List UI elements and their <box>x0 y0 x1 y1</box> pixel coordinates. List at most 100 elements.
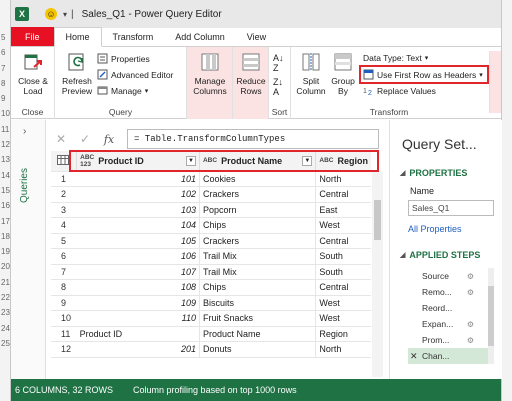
applied-step[interactable]: Expan... ⚙ <box>408 316 494 332</box>
scrollbar-thumb[interactable] <box>374 200 381 240</box>
reduce-rows-button[interactable]: Reduce Rows <box>233 51 269 96</box>
cell-product-name[interactable]: Donuts <box>199 341 317 358</box>
gear-icon[interactable]: ⚙ <box>467 336 474 345</box>
cell-product-id[interactable]: 104 <box>76 217 200 234</box>
cell-region[interactable]: North <box>315 341 371 358</box>
cell-region[interactable]: South <box>315 248 371 265</box>
cell-region[interactable]: West <box>315 295 371 311</box>
cell-product-id[interactable]: Product ID <box>76 326 200 342</box>
row-number[interactable]: 1 <box>51 171 77 187</box>
formula-input[interactable]: = Table.TransformColumnTypes <box>127 129 379 149</box>
applied-step[interactable]: ✕ Chan... <box>408 348 494 364</box>
cell-product-name[interactable]: Chips <box>199 279 317 296</box>
cell-product-name[interactable]: Chips <box>199 217 317 234</box>
table-row[interactable]: 7 107 Trail Mix South <box>51 264 371 280</box>
close-load-button[interactable]: Close & Load <box>15 51 51 96</box>
filter-dropdown-icon[interactable]: ▼ <box>185 155 196 166</box>
applied-steps-section-header[interactable]: ◢ APPLIED STEPS <box>400 250 480 260</box>
cell-product-id[interactable]: 102 <box>76 186 200 203</box>
table-row[interactable]: 5 105 Crackers Central <box>51 233 371 249</box>
cell-product-id[interactable]: 201 <box>76 341 200 358</box>
row-number[interactable]: 7 <box>51 264 77 280</box>
cell-product-id[interactable]: 109 <box>76 295 200 311</box>
cell-region[interactable]: South <box>315 264 371 280</box>
data-type-dropdown[interactable]: Data Type: Text ▾ <box>363 53 428 63</box>
applied-step[interactable]: Remo... ⚙ <box>408 284 494 300</box>
split-column-button[interactable]: Split Column <box>293 51 329 96</box>
sort-ascending-icon[interactable]: A↓ Z <box>273 53 284 73</box>
replace-values-button[interactable]: 12 Replace Values <box>363 85 436 97</box>
applied-step[interactable]: Source ⚙ <box>408 268 494 284</box>
cell-region[interactable]: Central <box>315 279 371 296</box>
gear-icon[interactable]: ⚙ <box>467 320 474 329</box>
cell-region[interactable]: Region <box>315 326 371 342</box>
properties-section-header[interactable]: ◢ PROPERTIES <box>400 168 467 178</box>
cell-product-name[interactable]: Cookies <box>199 171 317 187</box>
manage-columns-button[interactable]: Manage Columns <box>189 51 231 96</box>
scrollbar-thumb[interactable] <box>488 286 494 346</box>
use-first-row-as-headers-button[interactable]: Use First Row as Headers ▾ <box>359 65 489 84</box>
row-number[interactable]: 10 <box>51 310 77 327</box>
tab-add-column[interactable]: Add Column <box>164 27 236 46</box>
cell-product-name[interactable]: Crackers <box>199 186 317 203</box>
cell-product-id[interactable]: 101 <box>76 171 200 187</box>
column-profiling-status[interactable]: Column profiling based on top 1000 rows <box>133 385 297 395</box>
table-row[interactable]: 12 201 Donuts North <box>51 341 371 358</box>
quick-access-dropdown-icon[interactable]: ▾ <box>63 10 67 19</box>
table-row[interactable]: 6 106 Trail Mix South <box>51 248 371 265</box>
fx-icon[interactable]: fx <box>97 133 121 146</box>
cell-product-name[interactable]: Crackers <box>199 233 317 249</box>
row-number[interactable]: 4 <box>51 217 77 234</box>
any-type-icon[interactable]: ABC 123 <box>80 154 94 168</box>
all-properties-link[interactable]: All Properties <box>408 224 462 234</box>
cell-product-name[interactable]: Trail Mix <box>199 248 317 265</box>
column-header-region[interactable]: ABC Region <box>315 151 371 172</box>
group-by-button[interactable]: Group By <box>329 51 357 96</box>
row-number[interactable]: 3 <box>51 202 77 218</box>
table-menu-button[interactable] <box>51 151 78 172</box>
advanced-editor-button[interactable]: Advanced Editor <box>97 69 173 80</box>
text-type-icon[interactable]: ABC <box>203 157 217 164</box>
gear-icon[interactable]: ⚙ <box>467 288 474 297</box>
table-row[interactable]: 8 108 Chips Central <box>51 279 371 296</box>
cell-product-id[interactable]: 103 <box>76 202 200 218</box>
cell-region[interactable]: Central <box>315 186 371 203</box>
tab-home[interactable]: Home <box>53 27 102 47</box>
applied-step[interactable]: Prom... ⚙ <box>408 332 494 348</box>
tab-view[interactable]: View <box>236 27 277 46</box>
table-row[interactable]: 9 109 Biscuits West <box>51 295 371 311</box>
text-type-icon[interactable]: ABC <box>319 157 333 164</box>
column-header-product-name[interactable]: ABC Product Name ▼ <box>199 151 317 172</box>
table-row[interactable]: 10 110 Fruit Snacks West <box>51 310 371 327</box>
row-number[interactable]: 11 <box>51 326 77 342</box>
table-row[interactable]: 3 103 Popcorn East <box>51 202 371 218</box>
refresh-preview-button[interactable]: Refresh Preview <box>59 51 95 96</box>
row-number[interactable]: 2 <box>51 186 77 203</box>
cell-product-name[interactable]: Product Name <box>199 326 317 342</box>
cell-product-name[interactable]: Fruit Snacks <box>199 310 317 327</box>
grid-vertical-scrollbar[interactable] <box>372 172 383 377</box>
cancel-icon[interactable]: ✕ <box>49 132 73 146</box>
row-number[interactable]: 5 <box>51 233 77 249</box>
sort-descending-icon[interactable]: Z↓ A <box>273 77 283 97</box>
smiley-icon[interactable]: ☺ <box>45 8 57 20</box>
cell-product-id[interactable]: 105 <box>76 233 200 249</box>
properties-button[interactable]: Properties <box>97 53 150 64</box>
cell-region[interactable]: East <box>315 202 371 218</box>
applied-step[interactable]: Reord... <box>408 300 494 316</box>
row-number[interactable]: 8 <box>51 279 77 296</box>
table-row[interactable]: 2 102 Crackers Central <box>51 186 371 203</box>
ribbon-overflow[interactable] <box>489 51 501 113</box>
cell-product-name[interactable]: Popcorn <box>199 202 317 218</box>
table-row[interactable]: 4 104 Chips West <box>51 217 371 234</box>
cell-region[interactable]: West <box>315 217 371 234</box>
cell-product-id[interactable]: 107 <box>76 264 200 280</box>
cell-product-id[interactable]: 106 <box>76 248 200 265</box>
cell-product-id[interactable]: 108 <box>76 279 200 296</box>
table-row[interactable]: 1 101 Cookies North <box>51 171 371 187</box>
table-row[interactable]: 11 Product ID Product Name Region <box>51 326 371 342</box>
tab-file[interactable]: File <box>11 27 54 46</box>
row-number[interactable]: 12 <box>51 341 77 358</box>
tab-transform[interactable]: Transform <box>102 27 165 46</box>
cell-product-id[interactable]: 110 <box>76 310 200 327</box>
